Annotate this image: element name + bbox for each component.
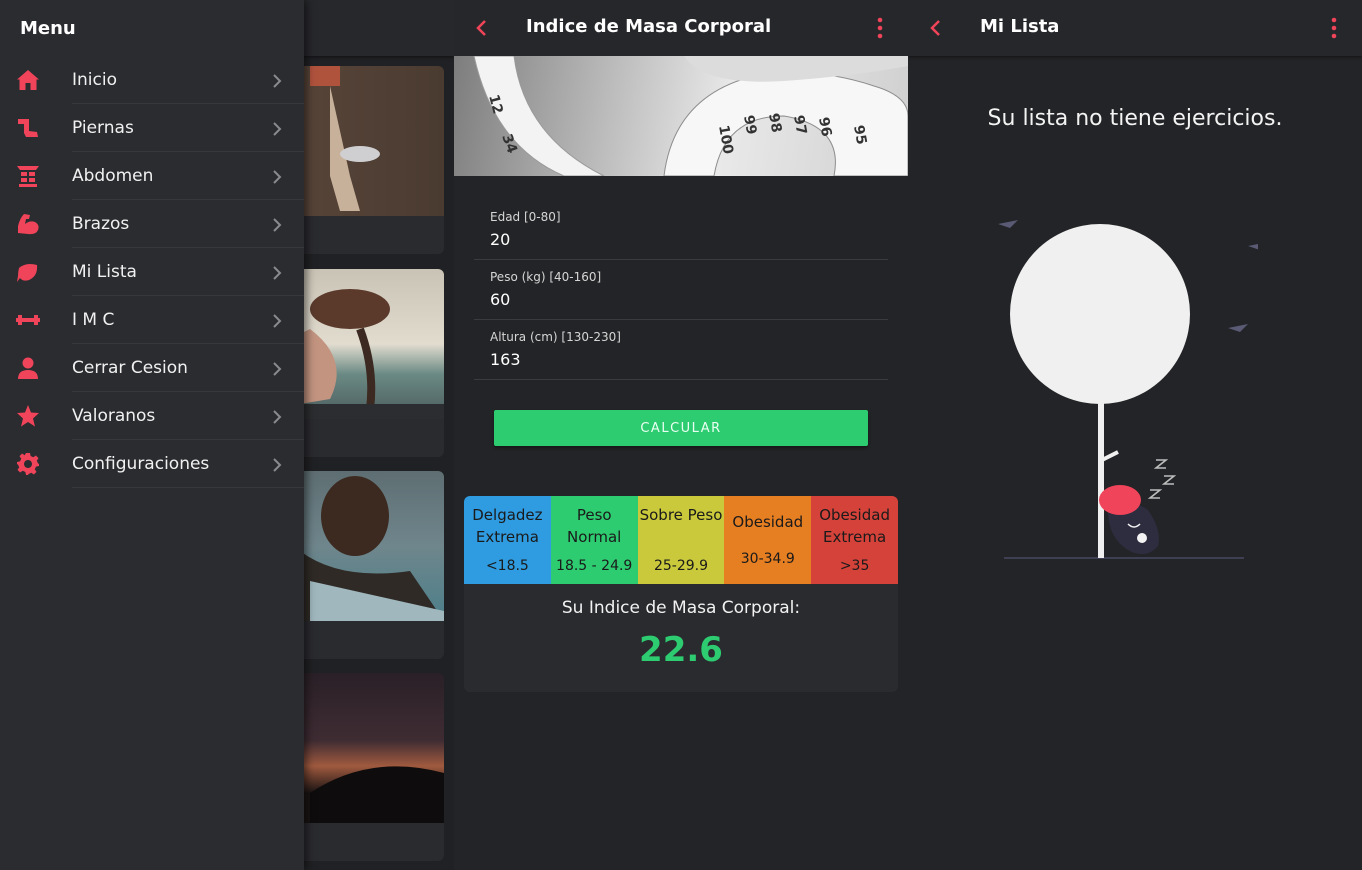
drawer-item-imc[interactable]: I M C [0, 296, 304, 344]
navigation-drawer: Menu Inicio Piernas Abdomen Brazos Mi Li… [0, 0, 304, 870]
measuring-tape-banner: 12 34 100 99 98 97 96 95 [454, 56, 908, 176]
chevron-right-icon [270, 457, 284, 472]
chevron-right-icon [270, 361, 284, 376]
user-icon [0, 356, 72, 380]
drawer-title: Menu [20, 17, 76, 39]
gear-icon [0, 452, 72, 476]
my-list-screen: Mi Lista Su lista no tiene ejercicios. [908, 0, 1362, 870]
dumbbell-icon [0, 308, 72, 332]
star-icon [0, 404, 72, 428]
more-vert-icon[interactable] [1322, 16, 1346, 40]
drawer-item-configuraciones[interactable]: Configuraciones [0, 440, 304, 488]
scale-range: <18.5 [485, 558, 529, 574]
scale-cell-obese: Obesidad 30-34.9 [724, 496, 812, 584]
chevron-right-icon [270, 121, 284, 136]
page-title: Mi Lista [980, 16, 1060, 37]
scale-name: Sobre Peso [639, 506, 723, 524]
weight-input[interactable]: 60 [490, 290, 510, 309]
scale-range: 25-29.9 [653, 558, 709, 574]
chevron-right-icon [270, 73, 284, 88]
scale-name: Delgadez Extrema [472, 506, 543, 546]
scale-range: 30-34.9 [740, 551, 795, 567]
leaf-icon [0, 260, 72, 284]
scale-range: >35 [839, 558, 870, 574]
svg-text:99: 99 [740, 114, 759, 136]
imc-screen: Indice de Masa Corporal 12 34 100 99 98 … [454, 0, 908, 870]
list-appbar: Mi Lista [908, 0, 1362, 56]
leg-icon [0, 116, 72, 140]
result-value: 22.6 [639, 630, 723, 670]
empty-list-message: Su lista no tiene ejercicios. [987, 106, 1283, 131]
age-field[interactable]: Edad [0-80] 20 [474, 200, 888, 260]
drawer-item-inicio[interactable]: Inicio [0, 56, 304, 104]
drawer-item-piernas[interactable]: Piernas [0, 104, 304, 152]
more-vert-icon[interactable] [868, 16, 892, 40]
scale-cell-extreme-obese: Obesidad Extrema >35 [811, 496, 898, 584]
age-label: Edad [0-80] [490, 210, 561, 224]
back-arrow-icon[interactable] [924, 16, 948, 40]
result-label: Su Indice de Masa Corporal: [561, 598, 801, 618]
sleeping-tree-illustration [998, 220, 1258, 559]
chevron-right-icon [270, 409, 284, 424]
abs-icon [0, 164, 72, 188]
drawer-item-abdomen[interactable]: Abdomen [0, 152, 304, 200]
arm-icon [0, 212, 72, 236]
scale-cell-overweight: Sobre Peso 25-29.9 [637, 496, 725, 584]
svg-text:97: 97 [790, 114, 809, 136]
svg-text:98: 98 [765, 112, 784, 134]
drawer-item-mi-lista[interactable]: Mi Lista [0, 248, 304, 296]
scale-name: Peso Normal [567, 506, 622, 546]
drawer-item-brazos[interactable]: Brazos [0, 200, 304, 248]
weight-field[interactable]: Peso (kg) [40-160] 60 [474, 260, 888, 320]
back-arrow-icon[interactable] [470, 16, 494, 40]
chevron-right-icon [270, 217, 284, 232]
scale-cell-underweight: Delgadez Extrema <18.5 [464, 496, 551, 584]
chevron-right-icon [270, 265, 284, 280]
scale-name: Obesidad [732, 513, 804, 531]
page-title: Indice de Masa Corporal [526, 16, 772, 37]
chevron-right-icon [270, 169, 284, 184]
height-field[interactable]: Altura (cm) [130-230] 163 [474, 320, 888, 380]
calculate-button[interactable]: CALCULAR [494, 410, 868, 446]
scale-range: 18.5 - 24.9 [556, 558, 633, 574]
weight-label: Peso (kg) [40-160] [490, 270, 602, 284]
scale-name: Obesidad Extrema [819, 506, 890, 546]
svg-text:96: 96 [815, 116, 834, 138]
imc-appbar: Indice de Masa Corporal [454, 0, 908, 56]
home-icon [0, 68, 72, 92]
scale-cell-normal: Peso Normal 18.5 - 24.9 [550, 496, 638, 584]
drawer-item-valoranos[interactable]: Valoranos [0, 392, 304, 440]
chevron-right-icon [270, 313, 284, 328]
height-label: Altura (cm) [130-230] [490, 330, 621, 344]
bmi-scale: Delgadez Extrema <18.5 Peso Normal 18.5 … [464, 496, 898, 584]
height-input[interactable]: 163 [490, 350, 521, 369]
svg-text:95: 95 [850, 124, 869, 146]
result-card: Delgadez Extrema <18.5 Peso Normal 18.5 … [464, 496, 898, 692]
home-screen: Menu Inicio Piernas Abdomen Brazos Mi Li… [0, 0, 454, 870]
drawer-item-cerrar-cesion[interactable]: Cerrar Cesion [0, 344, 304, 392]
age-input[interactable]: 20 [490, 230, 510, 249]
